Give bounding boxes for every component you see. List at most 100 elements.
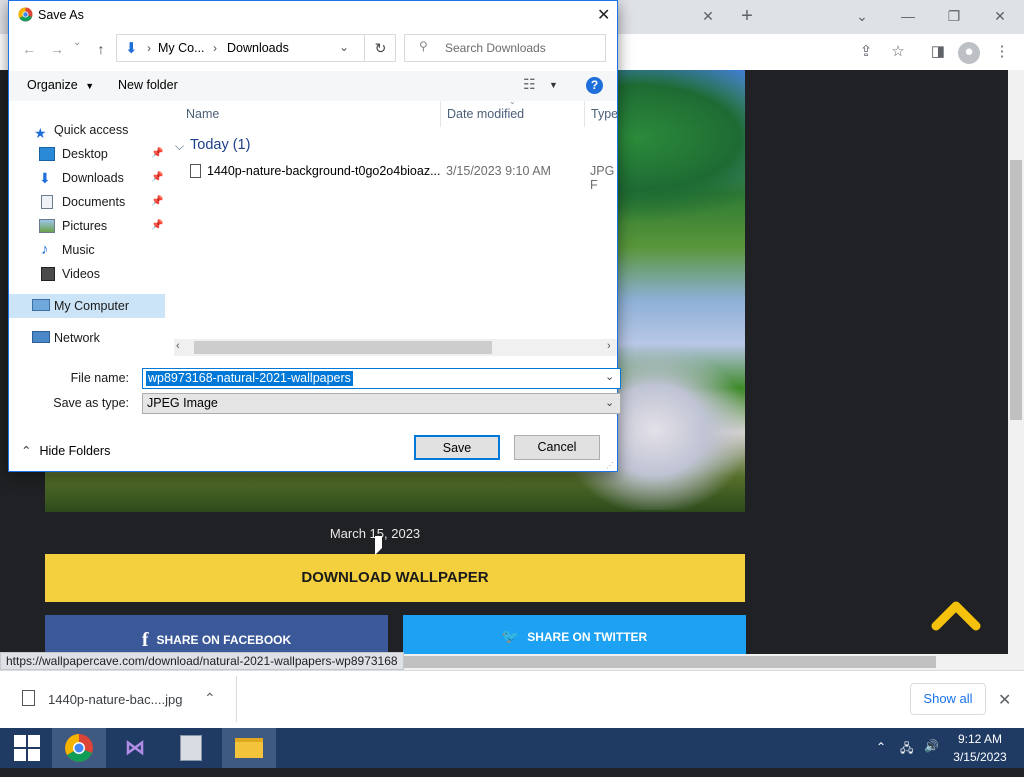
file-row[interactable]: 1440p-nature-background-t0go2o4bioaz... … [174,161,617,192]
nav-item-documents[interactable]: Documents 📌 [9,190,165,214]
nav-item-desktop[interactable]: Desktop 📌 [9,142,165,166]
share-icon[interactable]: ⇪ [856,42,876,62]
chevron-down-icon: ▼ [85,81,95,91]
cancel-button[interactable]: Cancel [514,435,600,460]
close-tab-icon[interactable]: ✕ [698,6,718,26]
divider [440,101,441,127]
help-icon[interactable]: ? [586,77,603,94]
twitter-icon: 🐦 [501,628,520,644]
forward-arrow-icon[interactable]: → [47,39,67,59]
nav-item-downloads[interactable]: ⬇ Downloads 📌 [9,166,165,190]
clock-date[interactable]: 3/15/2023 [940,750,1020,764]
chevron-down-icon[interactable]: ⌄ [605,370,614,383]
save-as-type-select[interactable]: JPEG Image ⌄ [142,393,621,414]
network-tray-icon[interactable]: 🖧 [900,739,913,760]
save-as-type-label: Save as type: [53,396,129,410]
search-input[interactable]: Search Downloads [404,34,606,62]
pictures-icon [39,219,55,233]
profile-avatar-icon[interactable]: ● [958,42,980,64]
nav-label: Network [54,331,100,345]
start-button[interactable] [0,728,54,768]
save-button[interactable]: Save [414,435,500,460]
refresh-icon[interactable]: ↻ [364,34,396,62]
nav-label: Downloads [62,171,124,185]
back-arrow-icon[interactable]: ← [19,39,39,59]
scroll-left-icon[interactable]: ‹ [176,340,180,352]
nav-label: Desktop [62,147,108,161]
page-vertical-scroll-thumb[interactable] [1010,160,1022,420]
clock-time[interactable]: 9:12 AM [940,732,1020,746]
bookmark-star-icon[interactable]: ☆ [888,42,908,62]
nav-label: Quick access [54,123,129,137]
chrome-icon [18,7,33,22]
file-name-value: wp8973168-natural-2021-wallpapers [146,371,353,386]
volume-icon[interactable]: 🔊 [924,739,939,753]
close-shelf-icon[interactable]: ✕ [998,690,1011,710]
scroll-to-top-icon[interactable] [930,596,982,632]
recent-locations-icon[interactable]: ⌄ [73,37,81,48]
pin-icon: 📌 [151,196,164,207]
file-date: 3/15/2023 9:10 AM [446,164,551,178]
windows-logo-icon [14,735,40,761]
breadcrumb-separator-icon: › [147,41,151,55]
chevron-down-icon[interactable]: ▼ [549,80,558,90]
dialog-title: Save As [38,8,84,22]
tab-search-icon[interactable]: ⌄ [852,6,872,26]
nav-item-pictures[interactable]: Pictures 📌 [9,214,165,238]
up-arrow-icon[interactable]: ↑ [91,39,111,59]
group-header-today[interactable]: Today (1) [190,137,250,153]
show-all-button[interactable]: Show all [910,683,986,715]
side-panel-icon[interactable]: ◨ [928,42,948,62]
close-window-icon[interactable]: ✕ [990,6,1010,26]
visual-studio-icon[interactable]: ⋈ [108,728,162,768]
facebook-label: SHARE ON FACEBOOK [156,633,292,647]
server-icon [180,735,202,761]
share-twitter-button[interactable]: 🐦 SHARE ON TWITTER [403,615,746,655]
nav-network[interactable]: Network [9,326,165,350]
address-dropdown-icon[interactable]: ⌄ [339,40,349,54]
download-wallpaper-button[interactable]: DOWNLOAD WALLPAPER [45,554,745,602]
chevron-down-icon[interactable]: ⌵ [175,139,184,154]
divider [584,101,585,127]
file-icon [22,690,35,706]
column-type[interactable]: Type [591,107,618,121]
scroll-right-icon[interactable]: › [607,340,611,352]
network-icon [32,331,50,343]
nav-my-computer[interactable]: My Computer [9,294,165,318]
dialog-title-bar [9,1,617,29]
pin-icon: 📌 [151,148,164,159]
downloaded-file-name[interactable]: 1440p-nature-bac....jpg [48,692,182,707]
chevron-up-icon[interactable]: ⌃ [204,690,216,707]
twitter-label: SHARE ON TWITTER [527,630,648,644]
menu-icon[interactable]: ⋮ [992,42,1012,62]
new-folder-button[interactable]: New folder [118,78,178,92]
file-name-input[interactable]: wp8973168-natural-2021-wallpapers ⌄ [142,368,621,389]
nav-item-music[interactable]: ♪ Music [9,238,165,262]
divider [236,676,237,722]
breadcrumb-my-computer[interactable]: My Co... [158,41,205,55]
new-tab-icon[interactable]: + [737,6,757,26]
hide-folders-button[interactable]: ⌃ Hide Folders [21,443,110,458]
documents-icon [41,195,53,209]
column-date-modified[interactable]: Date modified [447,107,524,121]
address-bar[interactable]: ⬇ › My Co... › Downloads ⌄ [116,34,396,62]
page-horizontal-scroll-thumb[interactable] [400,656,936,668]
breadcrumb-downloads[interactable]: Downloads [227,41,289,55]
taskbar-server-app[interactable] [164,728,218,768]
taskbar-chrome[interactable] [52,728,106,768]
taskbar-file-explorer[interactable] [222,728,276,768]
restore-icon[interactable]: ❐ [944,6,964,26]
resize-grip-icon[interactable]: ⋰ [606,461,614,470]
minimize-icon[interactable]: — [898,6,918,26]
nav-label: Music [62,243,95,257]
view-options-icon[interactable]: ☷ [523,76,536,93]
nav-item-videos[interactable]: Videos [9,262,165,286]
dialog-close-icon[interactable]: ✕ [597,5,610,25]
tray-chevron-icon[interactable]: ⌃ [876,740,886,754]
column-name[interactable]: Name [186,107,219,121]
file-list-scroll-thumb[interactable] [194,341,492,354]
nav-quick-access[interactable]: ★ Quick access [9,118,165,142]
nav-label: My Computer [54,299,130,313]
organize-button[interactable]: Organize ▼ [27,78,94,92]
sort-chevron-icon: ⌄ [509,97,516,106]
